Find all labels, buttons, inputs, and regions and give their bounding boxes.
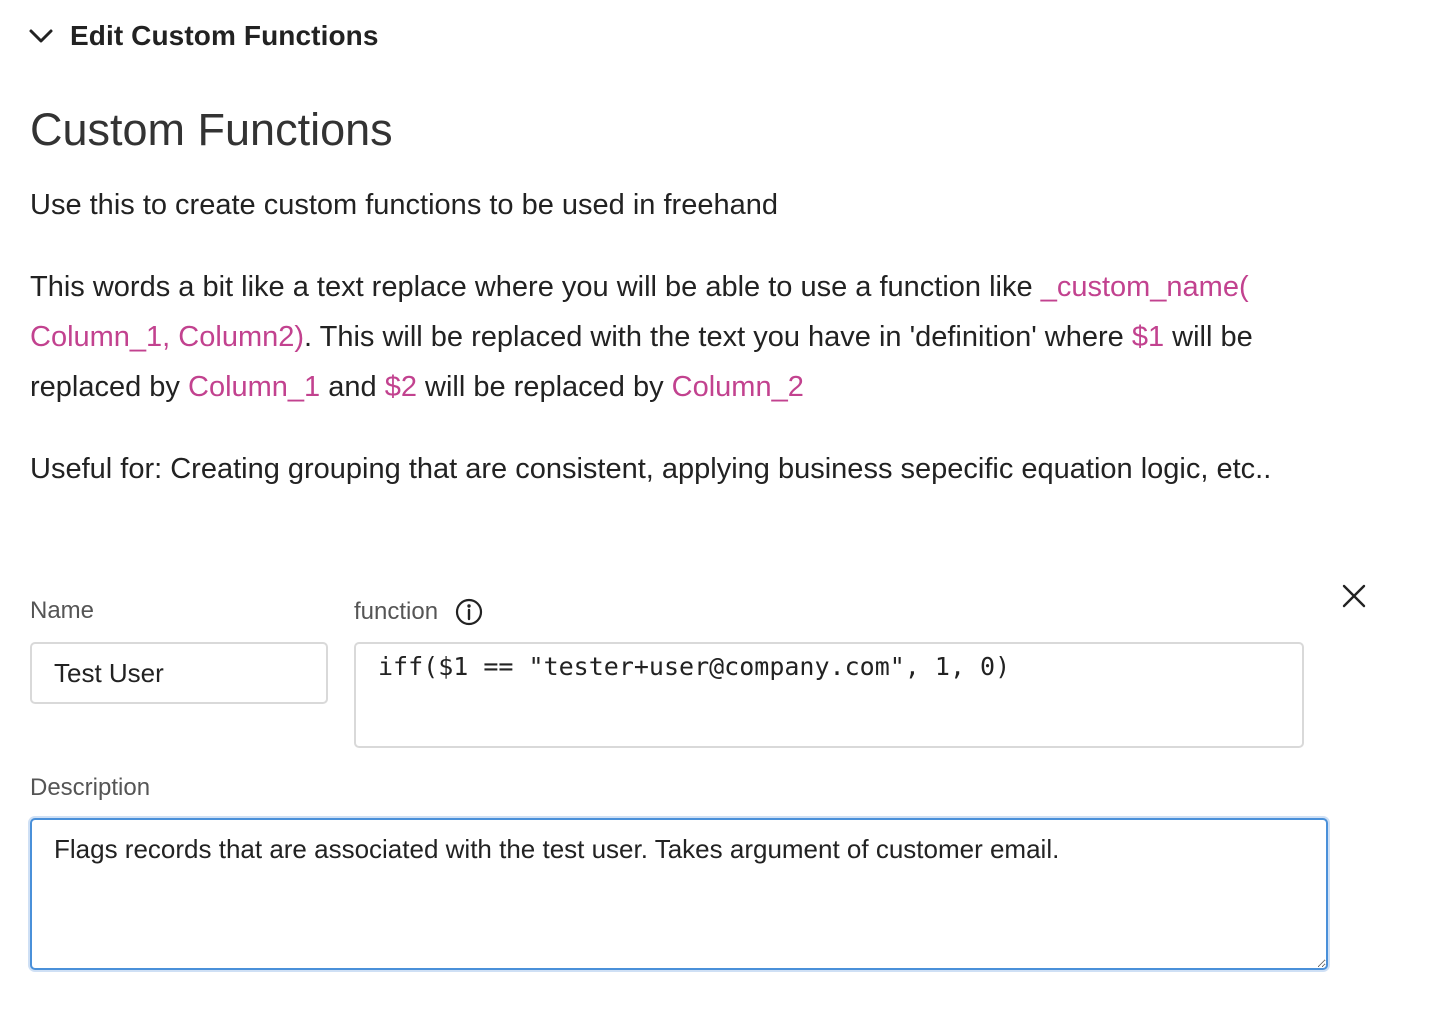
intro-text: Use this to create custom functions to b… [30, 189, 778, 221]
explanation-text: This words a bit like a text replace whe… [30, 262, 1360, 412]
edit-custom-functions-toggle[interactable]: Edit Custom Functions [28, 20, 379, 52]
explanation-segment: and [320, 371, 385, 403]
code-snippet: $2 [384, 371, 417, 403]
code-snippet: Column_1 [188, 371, 321, 403]
page-title: Custom Functions [30, 104, 393, 155]
function-label: function [354, 598, 439, 625]
name-label: Name [30, 597, 95, 624]
close-icon[interactable] [1340, 582, 1368, 610]
info-icon[interactable] [454, 597, 484, 627]
explanation-segment: . This will be replaced with the text yo… [304, 321, 1132, 353]
explanation-segment: will be replaced by [416, 371, 672, 403]
name-input[interactable] [30, 642, 328, 704]
code-snippet: Column_1, Column2) [30, 321, 305, 353]
description-input[interactable]: Flags records that are associated with t… [30, 818, 1328, 970]
chevron-down-icon [28, 22, 56, 50]
description-label: Description [30, 774, 151, 801]
code-snippet: Column_2 [671, 371, 804, 403]
function-label-group: function [354, 597, 484, 627]
useful-for-text: Useful for: Creating grouping that are c… [30, 453, 1272, 485]
function-input[interactable]: iff($1 == "tester+user@company.com", 1, … [354, 642, 1304, 748]
edit-custom-functions-title: Edit Custom Functions [70, 20, 379, 51]
explanation-segment: This words a bit like a text replace whe… [30, 271, 1041, 303]
code-snippet: _custom_name( [1040, 271, 1249, 303]
custom-functions-page: Edit Custom Functions Custom Functions U… [0, 0, 1430, 1016]
code-snippet: $1 [1131, 321, 1165, 353]
